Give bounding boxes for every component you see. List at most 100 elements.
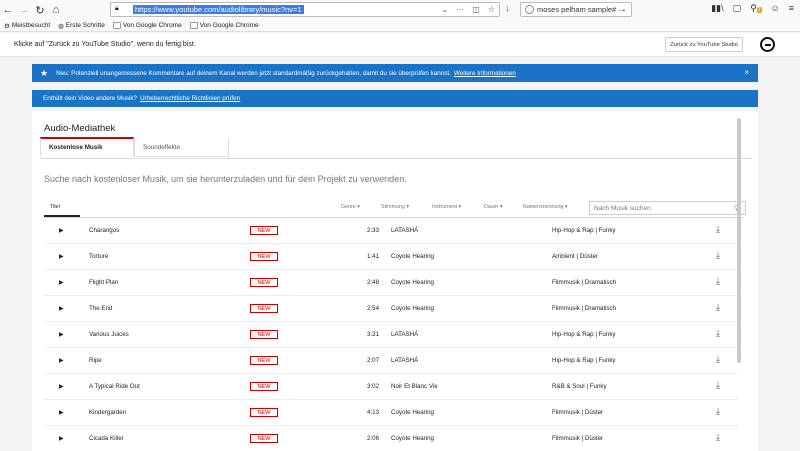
studio-header: Klicke auf "Zurück zu YouTube Studio", w… bbox=[0, 33, 800, 57]
browser-search-input[interactable]: moses pelham sample# → bbox=[520, 2, 632, 17]
scrollbar[interactable] bbox=[737, 118, 741, 363]
download-icon[interactable]: ⤓ bbox=[716, 302, 720, 313]
globe-icon: ◍ bbox=[58, 22, 64, 30]
track-duration: 2:48 bbox=[367, 279, 380, 286]
new-badge: NEW bbox=[250, 356, 278, 365]
bookmark-folder-1[interactable]: Von Google Chrome bbox=[112, 22, 182, 29]
column-title[interactable]: Titel bbox=[50, 204, 60, 210]
column-attribution[interactable]: Namensnennung ▾ bbox=[523, 204, 568, 210]
play-icon[interactable]: ▶ bbox=[59, 253, 64, 260]
track-title: Flight Plan bbox=[89, 279, 119, 286]
download-icon[interactable]: ⤓ bbox=[716, 432, 720, 443]
track-genre: Ambient | Düster bbox=[552, 253, 598, 260]
download-icon[interactable]: ⤓ bbox=[716, 406, 720, 417]
track-genre: Filmmusik | Dramatisch bbox=[552, 279, 617, 286]
tab-sound-effects[interactable]: Soundeffekte bbox=[134, 137, 229, 157]
play-icon[interactable]: ▶ bbox=[59, 409, 64, 416]
copyright-banner: Enthält dein Video andere Musik? Urheber… bbox=[32, 90, 758, 107]
track-duration: 2:54 bbox=[367, 305, 380, 312]
play-icon[interactable]: ▶ bbox=[59, 435, 64, 442]
forward-arrow-icon[interactable]: → bbox=[16, 2, 32, 18]
new-badge: NEW bbox=[250, 278, 278, 287]
home-icon[interactable]: ⌂ bbox=[48, 2, 64, 18]
url-text[interactable]: https://www.youtube.com/audiolibrary/mus… bbox=[133, 5, 304, 14]
download-icon[interactable]: ⤓ bbox=[716, 250, 720, 261]
search-value[interactable]: moses pelham sample# bbox=[537, 5, 616, 14]
url-bar[interactable]: 🔒︎ https://www.youtube.com/audiolibrary/… bbox=[110, 2, 500, 17]
more-icon[interactable]: ··· bbox=[456, 5, 464, 14]
search-placeholder: Nach Musik suchen bbox=[594, 204, 651, 212]
copyright-link[interactable]: Urheberrechtliche Richtlinien prüfen bbox=[140, 95, 240, 102]
track-genre: Filmmusik | Düster bbox=[552, 409, 604, 416]
star-icon: ★ bbox=[40, 67, 49, 78]
more-info-link[interactable]: Weitere Informationen bbox=[454, 70, 516, 77]
download-icon[interactable]: ⤓ bbox=[716, 380, 720, 391]
search-engine-icon bbox=[525, 5, 534, 14]
close-icon[interactable]: × bbox=[744, 68, 749, 77]
table-row[interactable]: ▶ Kindergarden NEW 4:13 Coyote Hearing Filmmu… bbox=[44, 400, 738, 426]
new-badge: NEW bbox=[250, 304, 278, 313]
notice-banner: ★ Neu: Potenziell unangemessene Kommenta… bbox=[32, 64, 758, 82]
play-icon[interactable]: ▶ bbox=[59, 383, 64, 390]
table-row[interactable]: ▶ Various Juices NEW 3:21 LATASHÁ Hip-Hop & R… bbox=[44, 322, 738, 348]
new-badge: NEW bbox=[250, 408, 278, 417]
bookmark-folder-2[interactable]: Von Google Chrome bbox=[189, 22, 259, 29]
track-genre: Hip-Hop & Rap | Funky bbox=[552, 227, 616, 234]
track-artist: Coyote Hearing bbox=[391, 279, 434, 286]
back-to-studio-button[interactable]: Zurück zu YouTube Studio bbox=[665, 37, 743, 52]
extension-icon[interactable]: ⚲1 bbox=[750, 3, 762, 14]
play-icon[interactable]: ▶ bbox=[59, 357, 64, 364]
track-artist: LATASHÁ bbox=[391, 357, 419, 364]
track-duration: 2:33 bbox=[367, 227, 380, 234]
column-instrument[interactable]: Instrument ▾ bbox=[432, 204, 461, 210]
table-row[interactable]: ▶ Flight Plan NEW 2:48 Coyote Hearing Filmmus… bbox=[44, 270, 738, 296]
account-icon[interactable]: ☺ bbox=[771, 3, 780, 14]
track-duration: 1:41 bbox=[367, 253, 380, 260]
track-title: A Typical Ride Out bbox=[89, 383, 140, 390]
play-icon[interactable]: ▶ bbox=[59, 227, 64, 234]
track-artist: Coyote Hearing bbox=[391, 253, 434, 260]
avatar[interactable] bbox=[760, 37, 775, 52]
bookmarks-bar: ⚙ Meistbesucht ◍ Erste Schritte Von Google… bbox=[0, 20, 800, 32]
star-icon[interactable]: ☆ bbox=[488, 5, 495, 14]
download-icon[interactable]: ⤓ bbox=[716, 328, 720, 339]
download-icon[interactable]: ⤓ bbox=[716, 224, 720, 235]
go-arrow-icon[interactable]: → bbox=[617, 4, 627, 15]
tab-free-music[interactable]: Kostenlose Musik bbox=[40, 137, 134, 157]
sidebar-icon[interactable]: ▢ bbox=[733, 3, 742, 14]
column-mood[interactable]: Stimmung ▾ bbox=[381, 204, 409, 210]
new-badge: NEW bbox=[250, 382, 278, 391]
table-row[interactable]: ▶ Charangos NEW 2:33 LATASHÁ Hip-Hop & Rap | … bbox=[44, 218, 738, 244]
track-artist: LATASHÁ bbox=[391, 227, 419, 234]
music-search-input[interactable]: Nach Musik suchen ⚲ bbox=[589, 201, 746, 215]
library-icon[interactable]: ▮▮\ bbox=[711, 3, 723, 14]
play-icon[interactable]: ▶ bbox=[59, 279, 64, 286]
pocket-icon[interactable]: ◫ bbox=[472, 5, 480, 14]
chevron-down-icon[interactable]: ⌄ bbox=[442, 5, 449, 14]
track-artist: Noir Et Blanc Vie bbox=[391, 383, 438, 390]
track-genre: Filmmusik | Dramatisch bbox=[552, 305, 617, 312]
track-genre: R&B & Soul | Funky bbox=[552, 383, 607, 390]
back-arrow-icon[interactable]: ← bbox=[0, 2, 16, 18]
play-icon[interactable]: ▶ bbox=[59, 305, 64, 312]
download-icon[interactable]: ⤓ bbox=[716, 354, 720, 365]
track-title: Cicada Killer bbox=[89, 435, 124, 442]
reload-icon[interactable]: ↻ bbox=[32, 2, 48, 18]
table-row[interactable]: ▶ Cicada Killer NEW 2:06 Coyote Hearing Filmm… bbox=[44, 426, 738, 451]
column-duration[interactable]: Dauer ▾ bbox=[484, 204, 503, 210]
column-genre[interactable]: Genre ▾ bbox=[341, 204, 360, 210]
track-duration: 3:02 bbox=[367, 383, 380, 390]
download-icon[interactable]: ⤓ bbox=[716, 276, 720, 287]
table-row[interactable]: ▶ Torture NEW 1:41 Coyote Hearing Ambient | D… bbox=[44, 244, 738, 270]
play-icon[interactable]: ▶ bbox=[59, 331, 64, 338]
lead-text: Suche nach kostenloser Musik, um sie her… bbox=[44, 174, 407, 184]
table-row[interactable]: ▶ Ripe NEW 2:07 LATASHÁ Hip-Hop & Rap | Funky… bbox=[44, 348, 738, 374]
track-title: Torture bbox=[89, 253, 109, 260]
table-row[interactable]: ▶ A Typical Ride Out NEW 3:02 Noir Et Blanc … bbox=[44, 374, 738, 400]
menu-icon[interactable]: ≡ bbox=[789, 3, 794, 14]
download-icon[interactable]: ↓ bbox=[505, 3, 510, 14]
bookmark-erste-schritte[interactable]: ◍ Erste Schritte bbox=[58, 22, 105, 30]
notification-badge: 1 bbox=[756, 7, 762, 13]
bookmark-meistbesucht[interactable]: ⚙ Meistbesucht bbox=[4, 22, 50, 30]
table-row[interactable]: ▶ The End NEW 2:54 Coyote Hearing Filmmusik |… bbox=[44, 296, 738, 322]
